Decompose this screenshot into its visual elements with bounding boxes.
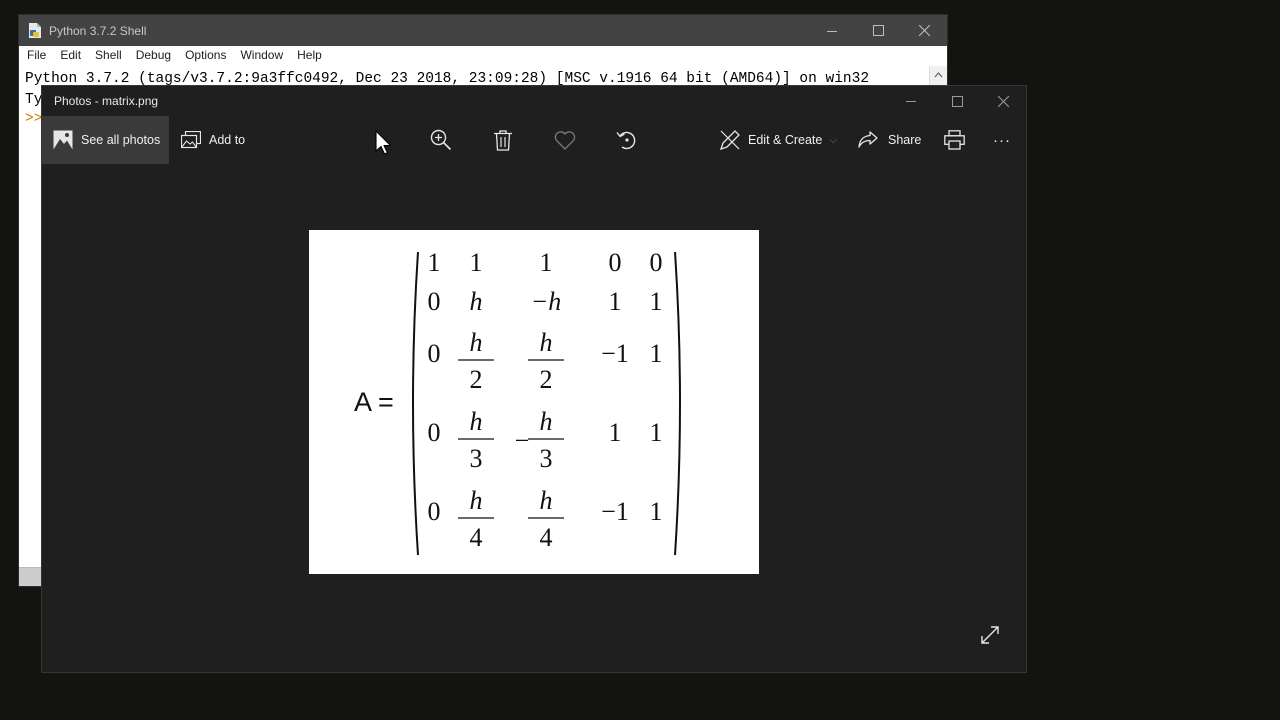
matrix-cell-r4-c3-numerator: h	[540, 407, 553, 436]
favorite-button[interactable]	[545, 116, 585, 164]
close-icon	[918, 25, 930, 36]
zoom-button[interactable]	[421, 116, 461, 164]
photos-toolbar: See all photos Add to Edit & Create ⌵ Sh…	[42, 116, 1026, 164]
trash-icon	[494, 129, 512, 151]
minimize-icon	[906, 101, 916, 102]
shell-horizontal-scrollbar[interactable]	[19, 567, 43, 586]
edit-create-button[interactable]: Edit & Create ⌵	[720, 116, 837, 164]
matrix-cell-r1-c4: 0	[609, 248, 622, 277]
matrix-cell-r3-c1: 0	[428, 339, 441, 368]
heart-icon	[554, 130, 576, 150]
maximize-icon	[951, 95, 963, 107]
left-bracket	[412, 251, 419, 556]
more-options-button[interactable]: ···	[982, 116, 1022, 164]
matrix-cell-r5-c2-denominator: 4	[470, 523, 483, 552]
matrix-cell-r2-c5: 1	[650, 287, 663, 316]
matrix-cell-r3-c4: −1	[601, 339, 629, 368]
matrix-cell-r1-c5: 0	[650, 248, 663, 277]
photo-image[interactable]: A = 1 1 1 0 0 0 h −h 1 1 0 h 2 h 2 −1 1 0 h 3− h 3 1 1 0 h 4 h 4 −1 1	[309, 230, 759, 574]
menu-debug[interactable]: Debug	[129, 46, 178, 66]
matrix-cell-r2-c2: h	[470, 287, 483, 316]
fullscreen-button[interactable]	[980, 625, 1000, 650]
rotate-button[interactable]	[607, 116, 647, 164]
shell-menubar: File Edit Shell Debug Options Window Hel…	[19, 46, 947, 66]
expand-icon	[981, 626, 999, 644]
photos-close-button[interactable]	[980, 86, 1026, 116]
share-icon	[858, 131, 878, 148]
matrix-cell-r5-c1: 0	[428, 497, 441, 526]
photos-window: Photos - matrix.png See all photos Add t…	[41, 85, 1027, 673]
delete-button[interactable]	[483, 116, 523, 164]
matrix-equation: A =1 1 1 0 00 h −h 1 10 h2h2−1 10 h3−h31 10 h4h4−1 1	[354, 248, 681, 556]
python-file-icon	[29, 23, 41, 38]
matrix-cell-r4-c1: 0	[428, 418, 441, 447]
shell-prompt: >>	[25, 111, 43, 127]
matrix-cell-r2-c3: −h	[531, 287, 562, 316]
zoom-in-icon	[430, 129, 452, 151]
photos-maximize-button[interactable]	[934, 86, 980, 116]
photos-icon	[53, 130, 73, 150]
matrix-cell-r5-c4: −1	[601, 497, 629, 526]
matrix-cell-r5-c3-numerator: h	[540, 486, 553, 515]
mouse-cursor-icon	[375, 130, 392, 155]
see-all-photos-button[interactable]: See all photos	[42, 116, 169, 164]
add-to-label: Add to	[209, 133, 246, 147]
matrix-cell-r2-c4: 1	[609, 287, 622, 316]
edit-create-label: Edit & Create	[748, 133, 823, 147]
edit-create-icon	[720, 130, 740, 150]
share-button[interactable]: Share	[858, 116, 921, 164]
matrix-cell-r3-c2-numerator: h	[470, 328, 483, 357]
menu-options[interactable]: Options	[178, 46, 233, 66]
shell-scroll-up-button[interactable]	[929, 66, 947, 86]
menu-help[interactable]: Help	[290, 46, 329, 66]
matrix-cell-r3-c3-denominator: 2	[540, 365, 553, 394]
matrix-cell-r1-c3: 1	[540, 248, 553, 277]
matrix-cell-r5-c5: 1	[650, 497, 663, 526]
matrix-cell-r3-c3-numerator: h	[540, 328, 553, 357]
matrix-cell-r4-c5: 1	[650, 418, 663, 447]
menu-edit[interactable]: Edit	[53, 46, 88, 66]
minimize-icon	[827, 30, 837, 32]
add-to-button[interactable]: Add to	[181, 116, 245, 164]
shell-titlebar[interactable]: Python 3.7.2 Shell	[19, 15, 947, 46]
matrix-cell-r4-c2-denominator: 3	[470, 444, 483, 473]
photos-titlebar[interactable]: Photos - matrix.png	[42, 86, 1026, 116]
matrix-cell-r2-c1: 0	[428, 287, 441, 316]
rotate-icon	[616, 131, 636, 150]
see-all-photos-label: See all photos	[81, 133, 161, 147]
matrix-cell-r4-c3-minus: −	[515, 426, 530, 455]
chevron-down-icon: ⌵	[829, 134, 837, 146]
close-icon	[997, 95, 1009, 107]
chevron-up-icon	[934, 72, 943, 78]
matrix-cell-r3-c2-denominator: 2	[470, 365, 483, 394]
shell-minimize-button[interactable]	[809, 15, 855, 46]
right-bracket	[674, 251, 681, 556]
shell-banner-line-2: Ty	[25, 92, 43, 108]
shell-title: Python 3.7.2 Shell	[49, 24, 147, 38]
matrix-lhs-label: A =	[354, 387, 394, 417]
photos-title: Photos - matrix.png	[54, 94, 159, 108]
menu-shell[interactable]: Shell	[88, 46, 129, 66]
maximize-icon	[872, 25, 884, 36]
photos-minimize-button[interactable]	[888, 86, 934, 116]
matrix-cell-r3-c5: 1	[650, 339, 663, 368]
menu-window[interactable]: Window	[233, 46, 290, 66]
shell-close-button[interactable]	[901, 15, 947, 46]
matrix-cell-r4-c4: 1	[609, 418, 622, 447]
matrix-cell-r4-c2-numerator: h	[470, 407, 483, 436]
matrix-cell-r1-c2: 1	[470, 248, 483, 277]
matrix-cell-r1-c1: 1	[428, 248, 441, 277]
shell-maximize-button[interactable]	[855, 15, 901, 46]
add-to-album-icon	[181, 131, 201, 149]
matrix-cell-r5-c2-numerator: h	[470, 486, 483, 515]
matrix-cell-r5-c3-denominator: 4	[540, 523, 553, 552]
matrix-cell-r4-c3-denominator: 3	[540, 444, 553, 473]
print-button[interactable]	[934, 116, 974, 164]
share-label: Share	[888, 133, 922, 147]
printer-icon	[943, 130, 965, 150]
menu-file[interactable]: File	[19, 46, 53, 66]
